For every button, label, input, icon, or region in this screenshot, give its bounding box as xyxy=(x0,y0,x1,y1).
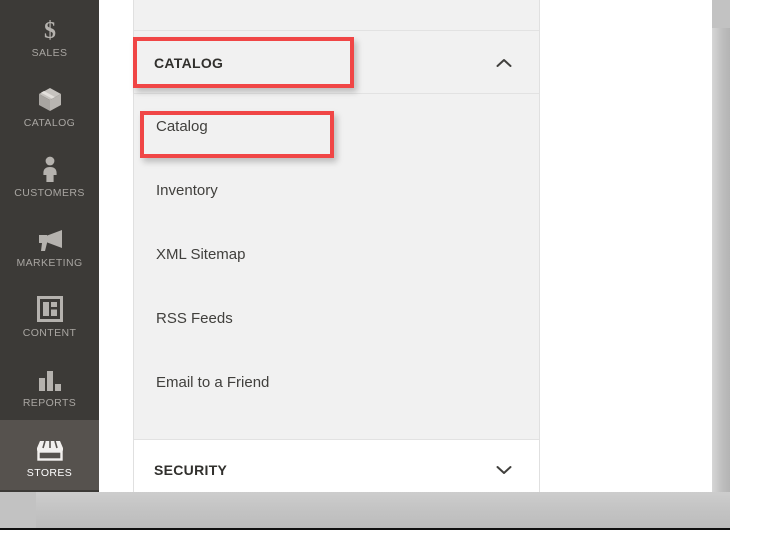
menu-item-rss-feeds[interactable]: RSS Feeds xyxy=(134,286,539,350)
box-icon xyxy=(37,82,63,112)
dollar-icon: $ xyxy=(40,12,60,42)
sidebar-item-label: CATALOG xyxy=(23,116,76,129)
menu-item-label: Inventory xyxy=(156,181,218,199)
settings-panel: CATALOG Catalog Inventory XML Sitemap RS… xyxy=(133,0,540,492)
menu-item-xml-sitemap[interactable]: XML Sitemap xyxy=(134,222,539,286)
admin-sidebar: $ SALES CATALOG CUSTOMERS MARKETING CONT… xyxy=(0,0,99,492)
sidebar-item-marketing[interactable]: MARKETING xyxy=(0,210,99,280)
sidebar-item-label: CUSTOMERS xyxy=(14,186,85,199)
menu-item-email-to-a-friend[interactable]: Email to a Friend xyxy=(134,350,539,414)
panel-top-partial-row xyxy=(134,0,539,31)
bar-chart-icon xyxy=(37,362,63,392)
chevron-down-icon[interactable] xyxy=(495,461,513,479)
admin-page: $ SALES CATALOG CUSTOMERS MARKETING CONT… xyxy=(0,0,712,492)
sidebar-item-label: STORES xyxy=(26,466,73,479)
section-header-catalog[interactable]: CATALOG xyxy=(134,32,539,94)
menu-item-label: XML Sitemap xyxy=(156,245,246,263)
device-frame-right-edge xyxy=(712,28,730,492)
person-icon xyxy=(41,152,59,182)
menu-item-label: Email to a Friend xyxy=(156,373,270,391)
sidebar-item-customers[interactable]: CUSTOMERS xyxy=(0,140,99,210)
device-frame-bottom-edge xyxy=(36,492,730,528)
chevron-up-icon[interactable] xyxy=(495,54,513,72)
section-body-catalog: Catalog Inventory XML Sitemap RSS Feeds … xyxy=(134,94,539,414)
device-frame-outline xyxy=(0,528,730,530)
section-header-security[interactable]: SECURITY xyxy=(134,439,539,492)
sidebar-item-sales[interactable]: $ SALES xyxy=(0,0,99,70)
sidebar-item-reports[interactable]: REPORTS xyxy=(0,350,99,420)
svg-text:$: $ xyxy=(44,18,56,42)
sidebar-item-label: REPORTS xyxy=(22,396,77,409)
screenshot-root: $ SALES CATALOG CUSTOMERS MARKETING CONT… xyxy=(0,0,774,554)
menu-item-inventory[interactable]: Inventory xyxy=(134,158,539,222)
section-title: CATALOG xyxy=(154,54,224,71)
sidebar-item-label: CONTENT xyxy=(22,326,77,339)
sidebar-item-label: MARKETING xyxy=(16,256,83,269)
sidebar-item-stores[interactable]: STORES xyxy=(0,420,99,490)
menu-item-label: RSS Feeds xyxy=(156,309,233,327)
sidebar-item-content[interactable]: CONTENT xyxy=(0,280,99,350)
menu-item-label: Catalog xyxy=(156,117,208,135)
sidebar-item-label: SALES xyxy=(31,46,68,59)
layout-icon xyxy=(36,292,63,322)
megaphone-icon xyxy=(36,222,64,252)
sidebar-item-catalog[interactable]: CATALOG xyxy=(0,70,99,140)
menu-item-catalog[interactable]: Catalog xyxy=(134,94,539,158)
section-title: SECURITY xyxy=(154,462,228,478)
store-icon xyxy=(36,432,64,462)
